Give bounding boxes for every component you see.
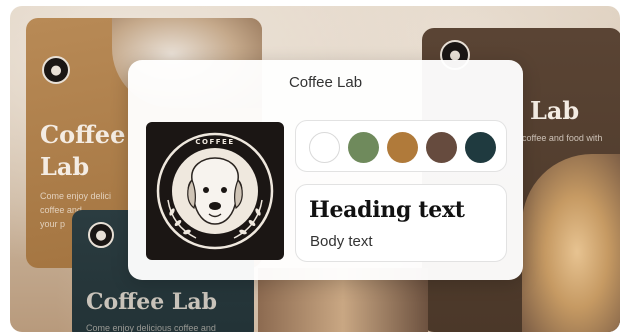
card-title: Lab (530, 96, 580, 125)
card-title: Coffee Lab (86, 289, 218, 315)
logo-text: COFFEE (195, 138, 234, 146)
dog-icon: ● (42, 56, 70, 84)
swatch-green[interactable] (348, 132, 379, 163)
panel-title: Coffee Lab (288, 74, 363, 91)
brand-kit-panel: Coffee Lab COFFEE Heading text Body text (128, 60, 523, 280)
swatch-caramel[interactable] (387, 132, 418, 163)
color-palette (295, 120, 507, 172)
swatch-brown[interactable] (426, 132, 457, 163)
typography-preview[interactable]: Heading text Body text (295, 184, 507, 262)
body-sample: Body text (310, 233, 373, 250)
swatch-white[interactable] (309, 132, 340, 163)
heading-sample: Heading text (309, 197, 465, 223)
card-title-line2: Lab (40, 152, 90, 181)
card-desc: Come enjoy delicious coffee and (86, 323, 216, 332)
dog-icon: COFFEE (156, 132, 274, 250)
card-title-line1: Coffee (40, 120, 126, 149)
card-desc: coffee and food with (522, 133, 603, 143)
dog-photo (522, 154, 620, 332)
swatch-dark-teal[interactable] (465, 132, 496, 163)
card-desc-line1: Come enjoy delici (40, 191, 112, 201)
brand-logo[interactable]: COFFEE (146, 122, 284, 260)
dog-icon: ● (88, 222, 114, 248)
card-desc-line3: your p (40, 219, 66, 229)
